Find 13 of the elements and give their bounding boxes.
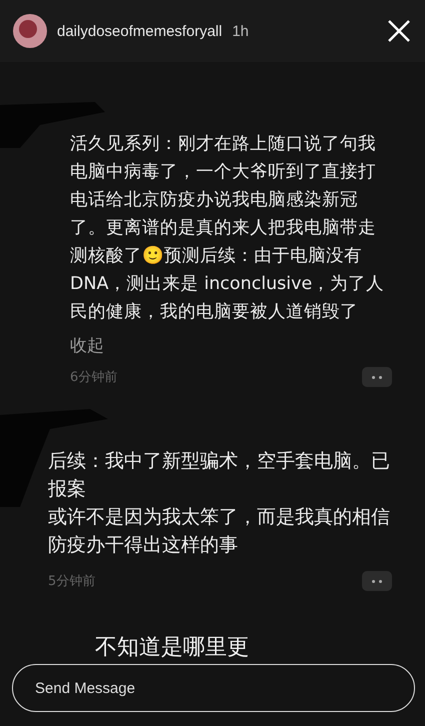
username[interactable]: dailydoseofmemesforyall [57, 22, 222, 40]
story-caption: 不知道是哪里更 [95, 634, 249, 662]
comment-text: 或许不是因为我太笨了，而是我真的相信防疫办干得出这样的事 [48, 505, 391, 558]
post-time: 1h [232, 22, 249, 40]
more-button[interactable] [362, 571, 392, 591]
comment-text: 后续：我中了新型骗术，空手套电脑。已报案 [48, 449, 391, 502]
comment-time: 6分钟前 [70, 369, 118, 386]
comment-time: 5分钟前 [48, 573, 96, 590]
message-field[interactable]: Send Message [12, 664, 415, 712]
more-button[interactable] [362, 367, 392, 387]
comment-text: 活久见系列：刚才在路上随口说了句我电脑中病毒了，一个大爷听到了直接打电话给北京防疫办说我电脑感染新冠了。更离谱的是真的来人把我电脑带走测核酸了🙂预测后续：由于电脑没有 DNA，测出来是 inconclusive，为了人民的健康，我的电脑要被人道销毁了 [70, 133, 386, 324]
collapse-link[interactable]: 收起 [70, 334, 104, 357]
avatar-icon[interactable] [13, 14, 47, 48]
